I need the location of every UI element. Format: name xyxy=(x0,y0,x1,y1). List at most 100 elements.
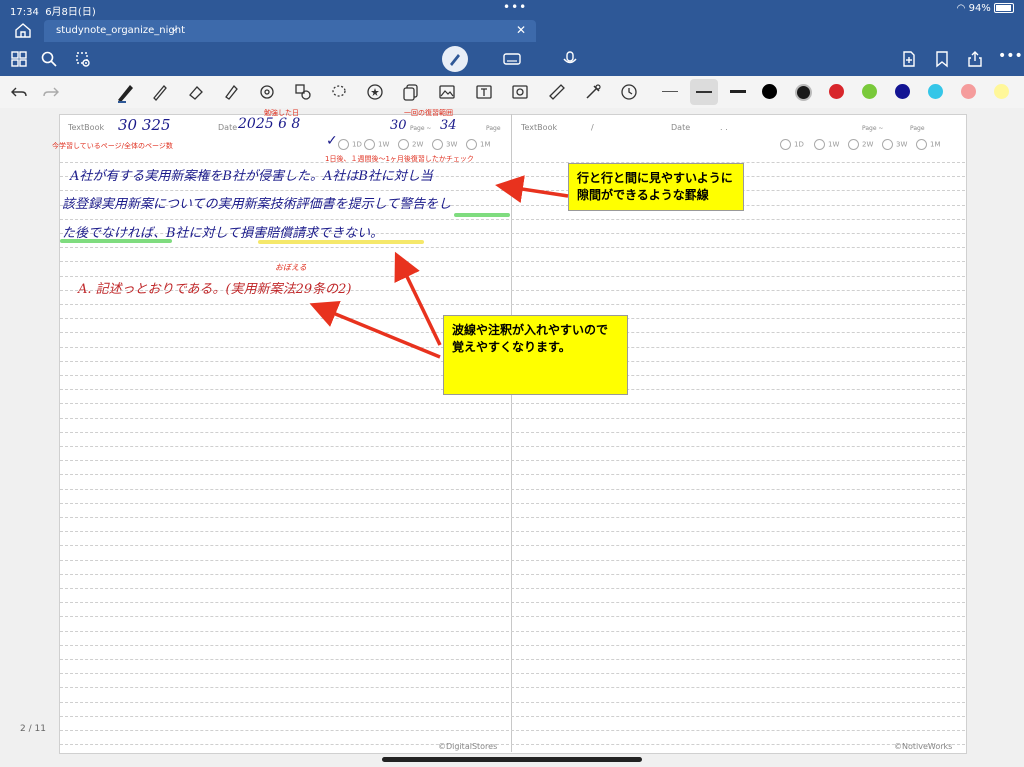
color-swatch-yellow[interactable] xyxy=(994,84,1009,99)
close-tab-icon[interactable]: ✕ xyxy=(516,23,526,37)
home-icon[interactable] xyxy=(14,22,32,38)
pen-mode-button[interactable] xyxy=(442,46,468,72)
ruled-line xyxy=(60,219,965,221)
ruled-line xyxy=(60,545,965,547)
grid-icon[interactable] xyxy=(10,50,28,68)
answer-line: A. 記述っとおりである。(実用新案法29条の2) xyxy=(78,282,352,297)
left-page-label: Page ~ xyxy=(410,125,432,132)
ruled-line xyxy=(60,744,965,746)
answer-annotation: おぼえる xyxy=(275,263,307,272)
text-icon[interactable] xyxy=(475,83,493,101)
wifi-icon: ◠ xyxy=(956,3,966,14)
callout-ruled-lines: 行と行と間に見やすいように隙間ができるような罫線 xyxy=(568,163,744,211)
stroke-thick-option[interactable] xyxy=(730,90,746,93)
right-review-1m[interactable]: 1M xyxy=(916,139,956,150)
stroke-medium-option[interactable] xyxy=(690,79,718,105)
mic-icon[interactable] xyxy=(561,50,579,68)
copy-icon[interactable] xyxy=(402,83,420,101)
ruled-line xyxy=(60,702,965,704)
eraser-icon[interactable] xyxy=(187,83,205,101)
ruled-line xyxy=(60,687,965,689)
ruled-line xyxy=(60,574,965,576)
chevron-down-icon[interactable]: ⌄ xyxy=(170,23,178,34)
ruled-line xyxy=(60,403,965,405)
color-swatch-cyan[interactable] xyxy=(928,84,943,99)
top-toolbar: ••• xyxy=(0,42,1024,76)
note-line-3: た後でなければ、B社に対して損害賠償請求できない。 xyxy=(62,226,384,241)
green-highlight-1 xyxy=(454,213,510,217)
color-swatch-navy[interactable] xyxy=(895,84,910,99)
lasso-settings-icon[interactable] xyxy=(73,50,91,68)
status-indicators: ◠ 94% xyxy=(957,3,1014,14)
pencil-icon[interactable] xyxy=(151,83,169,101)
left-copyright: ©DigitalStores xyxy=(438,742,498,751)
keyboard-icon[interactable] xyxy=(503,50,521,68)
ruled-line xyxy=(60,503,965,505)
left-page-start: 30 xyxy=(390,118,407,133)
share-icon[interactable] xyxy=(966,50,984,68)
redo-icon[interactable] xyxy=(42,83,60,101)
left-date-label: Date xyxy=(218,123,238,132)
note-line-2: 該登録実用新案についての実用新案技術評価書を提示して警告をし xyxy=(62,197,452,212)
document-tab-name: studynote_organize_night xyxy=(56,25,186,36)
ruled-line xyxy=(60,531,965,533)
camera-icon[interactable] xyxy=(511,83,529,101)
left-textbook-value: 30 325 xyxy=(118,116,171,134)
review-1m[interactable]: 1M xyxy=(466,139,506,150)
ruled-line xyxy=(60,659,965,661)
fountain-pen-icon[interactable] xyxy=(114,81,136,103)
color-swatch-black[interactable] xyxy=(762,84,777,99)
callout-wavy-lines: 波線や注釈が入れやすいので覚えやすくなります。 xyxy=(443,315,628,395)
right-textbook-label: TextBook xyxy=(521,123,558,132)
bookmark-icon[interactable] xyxy=(933,50,951,68)
ruled-line xyxy=(60,162,965,164)
more-icon[interactable]: ••• xyxy=(998,48,1023,66)
right-slash: / xyxy=(591,123,594,132)
lasso-icon[interactable] xyxy=(330,83,348,101)
ruled-line xyxy=(60,730,965,732)
ruled-line xyxy=(60,460,965,462)
laser-icon[interactable] xyxy=(584,83,602,101)
ruled-line xyxy=(60,190,965,192)
ruled-line xyxy=(60,631,965,633)
color-swatch-selected[interactable] xyxy=(795,84,812,101)
left-page-label2: Page xyxy=(486,125,501,132)
right-date-label: Date xyxy=(671,123,691,132)
color-swatch-pink[interactable] xyxy=(961,84,976,99)
ruled-line xyxy=(60,517,965,519)
ruled-line xyxy=(60,474,965,476)
checkmark-icon: ✓ xyxy=(326,133,338,149)
right-date-dots: . . xyxy=(720,123,728,132)
battery-text: 94% xyxy=(968,3,991,14)
tools-toolbar xyxy=(0,76,1024,109)
ruled-line xyxy=(60,489,965,491)
document-tab[interactable]: studynote_organize_night ⌄ ✕ xyxy=(44,20,536,42)
color-swatch-green[interactable] xyxy=(862,84,877,99)
left-textbook-label: TextBook xyxy=(68,123,105,132)
shape-icon[interactable] xyxy=(258,83,276,101)
undo-icon[interactable] xyxy=(10,83,28,101)
highlighter-icon[interactable] xyxy=(222,83,240,101)
ruled-line xyxy=(60,560,965,562)
star-icon[interactable] xyxy=(366,83,384,101)
ruler-icon[interactable] xyxy=(548,83,566,101)
add-page-icon[interactable] xyxy=(900,50,918,68)
ruled-line xyxy=(60,304,965,306)
home-indicator[interactable] xyxy=(382,757,642,762)
battery-icon xyxy=(994,3,1014,13)
multitasking-dots[interactable]: ••• xyxy=(503,0,527,14)
ruled-line xyxy=(60,418,965,420)
search-icon[interactable] xyxy=(40,50,58,68)
clock-icon[interactable] xyxy=(620,83,638,101)
element-icon[interactable] xyxy=(294,83,312,101)
left-date-value: 2025 6 8 xyxy=(238,116,301,132)
color-swatch-red[interactable] xyxy=(829,84,844,99)
ruled-line xyxy=(60,645,965,647)
image-icon[interactable] xyxy=(438,83,456,101)
stroke-thin-option[interactable] xyxy=(662,91,678,92)
status-bar: 17:34 6月8日(日) ••• ◠ 94% xyxy=(0,0,1024,18)
note-studied-date: 勉強した日 xyxy=(264,109,299,117)
note-review-range: 一回の復習範囲 xyxy=(404,109,453,117)
right-copyright: ©NotiveWorks xyxy=(894,742,953,751)
page-indicator: 2 / 11 xyxy=(20,724,46,734)
